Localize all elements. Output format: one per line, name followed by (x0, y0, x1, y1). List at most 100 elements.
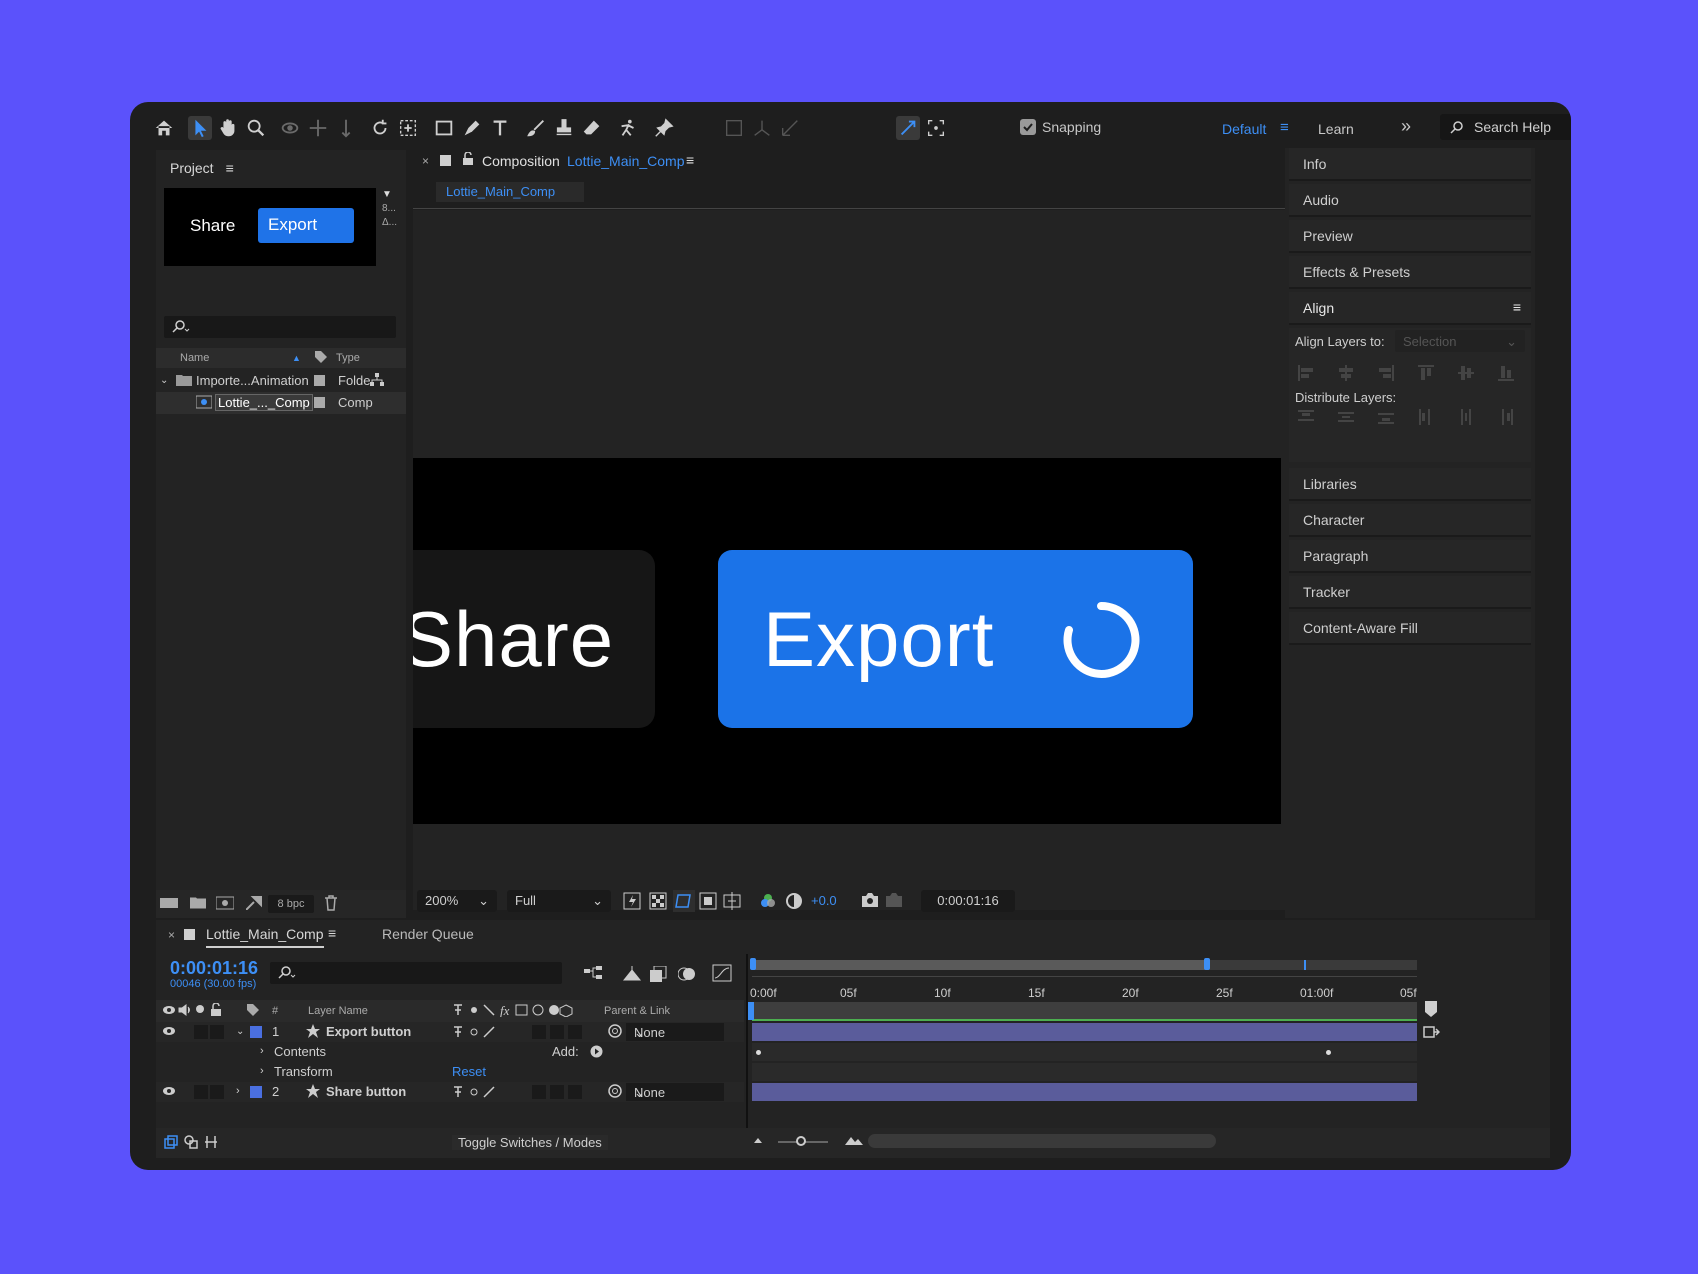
new-composition-icon[interactable] (216, 896, 234, 910)
comp-flowchart-icon[interactable] (584, 966, 604, 982)
hand-tool-icon[interactable] (216, 116, 240, 140)
project-search-input[interactable] (164, 316, 396, 338)
timing-controls-icon[interactable] (204, 1135, 218, 1149)
close-icon[interactable]: × (422, 154, 429, 168)
composition-canvas[interactable]: Share Export (413, 458, 1281, 824)
pen-tool-icon[interactable] (460, 116, 484, 140)
project-row-comp[interactable]: Lottie_..._Comp Comp (156, 392, 406, 414)
distribute-right-icon[interactable] (1497, 408, 1515, 426)
panel-content-aware-fill[interactable]: Content-Aware Fill (1289, 612, 1531, 645)
layer-switches-icon[interactable] (452, 1025, 504, 1039)
toggle-switches-modes[interactable]: Toggle Switches / Modes (452, 1135, 608, 1150)
project-menu-icon[interactable]: ≡ (226, 160, 234, 176)
add-play-icon[interactable] (590, 1045, 603, 1058)
thumb-dropdown-icon[interactable]: ▼ (382, 188, 397, 202)
work-area-end-handle[interactable] (1204, 958, 1210, 970)
chevron-right-icon[interactable]: › (260, 1045, 264, 1057)
solo-box[interactable] (194, 1025, 208, 1039)
motion-blur-icon[interactable] (678, 966, 696, 982)
puppet-pin-icon[interactable] (652, 116, 676, 140)
snapping-toggle[interactable]: Snapping (1020, 119, 1101, 135)
flowchart-icon[interactable] (370, 373, 384, 387)
layer-row[interactable]: ⌄ 1 Export button None ⌄ (156, 1022, 744, 1042)
chevron-down-icon[interactable]: ⌄ (236, 1026, 244, 1037)
layer-switches-icon[interactable] (452, 1085, 504, 1099)
timeline-scrollbar[interactable] (868, 1134, 1216, 1148)
switch-box[interactable] (568, 1025, 582, 1039)
reset-exposure-icon[interactable] (785, 892, 803, 910)
grid-guides-icon[interactable] (723, 892, 741, 910)
label-color-swatch[interactable] (250, 1026, 262, 1038)
chevron-right-icon[interactable]: › (236, 1085, 240, 1097)
dolly-camera-icon[interactable] (334, 116, 358, 140)
chevron-down-icon[interactable]: ⌄ (160, 375, 168, 386)
shy-layers-icon[interactable] (622, 966, 642, 982)
resolution-dropdown[interactable]: Full ⌄ (507, 890, 611, 912)
parent-dropdown[interactable]: None ⌄ (626, 1023, 724, 1041)
eye-icon[interactable] (162, 1085, 176, 1097)
show-snapshot-icon[interactable] (885, 892, 903, 908)
distribute-left-icon[interactable] (1417, 408, 1435, 426)
reset-link[interactable]: Reset (452, 1064, 486, 1079)
close-icon[interactable]: × (168, 928, 175, 942)
panel-tracker[interactable]: Tracker (1289, 576, 1531, 609)
more-workspaces-icon[interactable]: » (1401, 116, 1411, 137)
keyframe[interactable] (1326, 1050, 1331, 1055)
align-h-center-icon[interactable] (1337, 364, 1355, 382)
panel-paragraph[interactable]: Paragraph (1289, 540, 1531, 573)
lock-icon[interactable] (462, 152, 474, 166)
panel-align-header[interactable]: Align ≡ (1289, 292, 1531, 325)
panel-effects-presets[interactable]: Effects & Presets (1289, 256, 1531, 289)
layer-2-duration-bar[interactable] (752, 1083, 1417, 1101)
keyframe[interactable] (756, 1050, 761, 1055)
timeline-tab-comp[interactable]: Lottie_Main_Comp (206, 926, 324, 948)
label-swatch[interactable] (314, 375, 325, 386)
distribute-bottom-icon[interactable] (1377, 408, 1395, 426)
mask-visibility-icon[interactable] (673, 890, 695, 912)
panel-preview[interactable]: Preview (1289, 220, 1531, 253)
anchor-point-icon[interactable] (396, 116, 420, 140)
selection-tool-icon[interactable] (188, 116, 212, 140)
eye-icon[interactable] (162, 1025, 176, 1037)
col-layer-name[interactable]: Layer Name (308, 1005, 368, 1017)
switch-box[interactable] (568, 1085, 582, 1099)
zoom-dropdown[interactable]: 200% ⌄ (417, 890, 497, 912)
rotate-tool-icon[interactable] (368, 116, 392, 140)
lock-box[interactable] (210, 1085, 224, 1099)
frame-blending-icon[interactable] (650, 966, 668, 982)
solo-box[interactable] (194, 1085, 208, 1099)
timeline-menu-icon[interactable]: ≡ (328, 925, 336, 941)
layer-name[interactable]: Export button (326, 1024, 411, 1039)
composition-menu-icon[interactable]: ≡ (686, 152, 694, 168)
align-v-center-icon[interactable] (1457, 364, 1475, 382)
work-area-range[interactable] (752, 960, 1208, 970)
pick-whip-icon[interactable] (608, 1024, 622, 1038)
lock-box[interactable] (210, 1025, 224, 1039)
orbit-camera-icon[interactable] (278, 116, 302, 140)
sort-asc-icon[interactable]: ▲ (292, 353, 301, 363)
panel-info[interactable]: Info (1289, 148, 1531, 181)
transfer-controls-icon[interactable] (184, 1135, 198, 1149)
switch-box[interactable] (532, 1025, 546, 1039)
exposure-value[interactable]: +0.0 (811, 893, 837, 908)
pick-whip-icon[interactable] (608, 1084, 622, 1098)
project-row-folder[interactable]: ⌄ Importe...Animation Folde (156, 370, 406, 392)
bpc-button[interactable]: 8 bpc (268, 895, 314, 913)
distribute-v-center-icon[interactable] (1337, 408, 1355, 426)
col-name[interactable]: Name (180, 352, 209, 364)
channel-icon[interactable] (759, 892, 777, 910)
align-right-icon[interactable] (1377, 364, 1395, 382)
label-tag-icon[interactable] (246, 1003, 260, 1017)
parent-dropdown[interactable]: None ⌄ (626, 1083, 724, 1101)
work-area-start-handle[interactable] (750, 958, 756, 970)
lock-icon[interactable] (210, 1003, 222, 1017)
fast-preview-icon[interactable] (623, 892, 641, 910)
panel-libraries[interactable]: Libraries (1289, 468, 1531, 501)
eraser-tool-icon[interactable] (580, 116, 604, 140)
current-time-field[interactable]: 0:00:01:16 (921, 890, 1015, 912)
label-color-swatch[interactable] (250, 1086, 262, 1098)
layer-1-duration-bar[interactable] (752, 1023, 1417, 1041)
align-bottom-icon[interactable] (1497, 364, 1515, 382)
align-menu-icon[interactable]: ≡ (1513, 299, 1521, 315)
comp-button-icon[interactable] (1422, 1024, 1440, 1040)
